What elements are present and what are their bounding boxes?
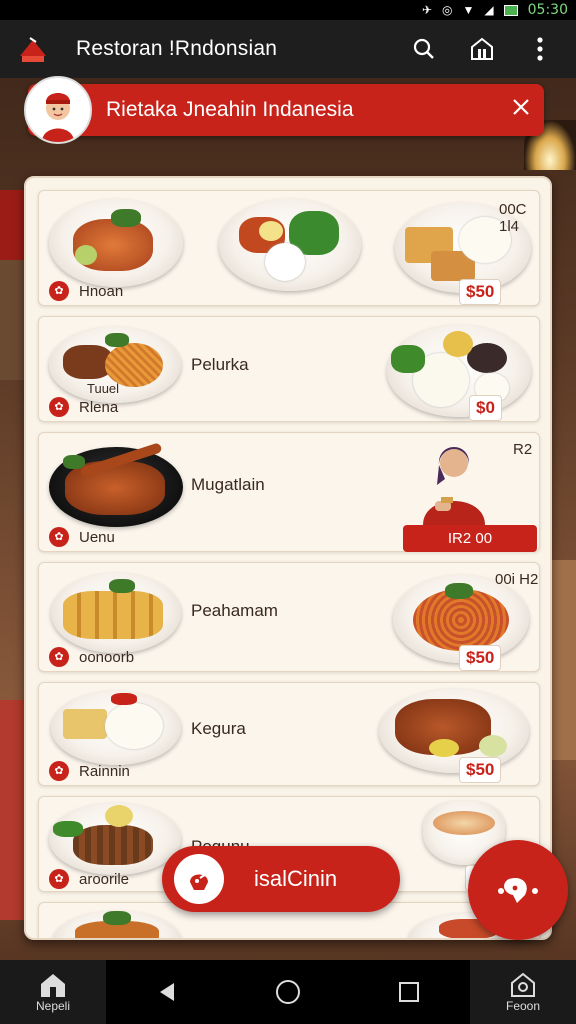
chili-icon: ✿: [49, 869, 69, 889]
home-icon: [41, 974, 65, 997]
menu-panel: 00C 1l4 ✿ Hnoan $50 Pelurka Tuuel ✿ Rlen…: [24, 176, 552, 940]
back-icon: [159, 983, 174, 1001]
item-name: Pelurka: [191, 355, 249, 374]
menu-item[interactable]: Peahamam 00i H2 ✿ oonoorb $50: [38, 562, 540, 672]
item-price: $0: [469, 395, 502, 421]
item-name: Kegura: [191, 719, 246, 738]
wifi-icon: ▼: [462, 3, 475, 17]
status-time: 05:30: [527, 2, 568, 18]
circle-home-icon: [275, 980, 300, 1004]
menu-item[interactable]: Kegura ✿ Rainnin $50: [38, 682, 540, 786]
status-bar: ✈ ◎ ▼ ◢ 05:30: [0, 0, 576, 20]
background-table: [552, 560, 576, 760]
item-tag: Rlena: [79, 399, 119, 416]
signal-icon: ◢: [484, 3, 494, 17]
system-navigation: [106, 960, 470, 1024]
promo-banner[interactable]: Rietaka Jneahin Indanesia: [28, 84, 544, 136]
food-image: [387, 325, 531, 417]
item-tag: aroorile: [79, 871, 130, 888]
restaurant-logo-icon: [16, 32, 50, 66]
item-tag: Uenu: [79, 529, 115, 546]
chili-icon: ✿: [49, 527, 69, 547]
chat-bag-icon: [498, 877, 538, 903]
banner-close-button[interactable]: [498, 96, 544, 124]
nav-home-label: Nepeli: [35, 999, 71, 1013]
price-ribbon[interactable]: IR2 00: [403, 525, 537, 552]
food-image: [51, 573, 181, 653]
item-price: $50: [459, 279, 502, 305]
background-chair: [0, 700, 24, 920]
home-button[interactable]: [268, 972, 308, 1012]
chili-icon: ✿: [49, 397, 69, 417]
food-image: [49, 442, 183, 527]
house-badge-icon: [511, 972, 535, 997]
store-icon: [471, 37, 493, 60]
item-subtitle: Tuuel: [87, 381, 120, 396]
item-code: R2: [513, 441, 533, 458]
item-code: 00i H2: [495, 571, 539, 588]
food-image: [53, 911, 181, 938]
item-name: Mugatlain: [191, 475, 265, 494]
item-name: Peahamam: [191, 601, 278, 620]
food-image: [51, 691, 181, 765]
chef-avatar[interactable]: [24, 76, 92, 144]
menu-item[interactable]: Pelurka Tuuel ✿ Rlena $0: [38, 316, 540, 422]
food-image: [219, 199, 361, 291]
back-button[interactable]: [147, 972, 187, 1012]
banner-text: Rietaka Jneahin Indanesia: [106, 98, 354, 121]
overflow-menu-button[interactable]: [518, 27, 562, 71]
waiter-image: [415, 433, 493, 525]
chili-icon: ✿: [49, 761, 69, 781]
cart-fab[interactable]: [468, 840, 568, 940]
recents-button[interactable]: [389, 972, 429, 1012]
chili-icon: ✿: [49, 647, 69, 667]
wall-sign: [0, 190, 24, 260]
home-store-button[interactable]: [460, 27, 504, 71]
item-code: 00C 1l4: [499, 201, 527, 235]
battery-icon: [503, 4, 518, 16]
square-recents-icon: [399, 982, 420, 1002]
food-image: [379, 689, 529, 773]
search-button[interactable]: [402, 27, 446, 71]
app-title: Restoran !Rndonsian: [76, 37, 278, 60]
bottom-navigation: Nepeli Feoon: [0, 960, 576, 1024]
nav-home[interactable]: Nepeli: [0, 960, 106, 1024]
menu-item[interactable]: Mugatlain R2 IR2 00 ✿ Uenu: [38, 432, 540, 552]
food-image: [49, 199, 183, 287]
food-image: [49, 803, 181, 875]
chili-icon: ✿: [49, 281, 69, 301]
close-icon: [513, 99, 529, 115]
item-tag: Rainnin: [79, 763, 130, 780]
more-vertical-icon: [537, 37, 543, 61]
wall-shelf: [0, 260, 24, 380]
item-price: $50: [459, 757, 502, 783]
alarm-icon: ◎: [442, 3, 453, 17]
order-button-label: isalCinin: [254, 866, 338, 891]
nav-profile-label: Feoon: [505, 999, 541, 1013]
nav-profile[interactable]: Feoon: [470, 960, 576, 1024]
item-tag: Hnoan: [79, 283, 124, 300]
order-button[interactable]: isalCinin: [162, 846, 400, 912]
item-price: $50: [459, 645, 502, 671]
search-icon: [413, 38, 434, 59]
order-bag-icon: [174, 854, 224, 904]
nfc-icon: ✈: [421, 3, 433, 17]
item-tag: oonoorb: [79, 649, 135, 666]
app-bar: Restoran !Rndonsian: [0, 20, 576, 78]
menu-item[interactable]: 00C 1l4 ✿ Hnoan $50: [38, 190, 540, 306]
